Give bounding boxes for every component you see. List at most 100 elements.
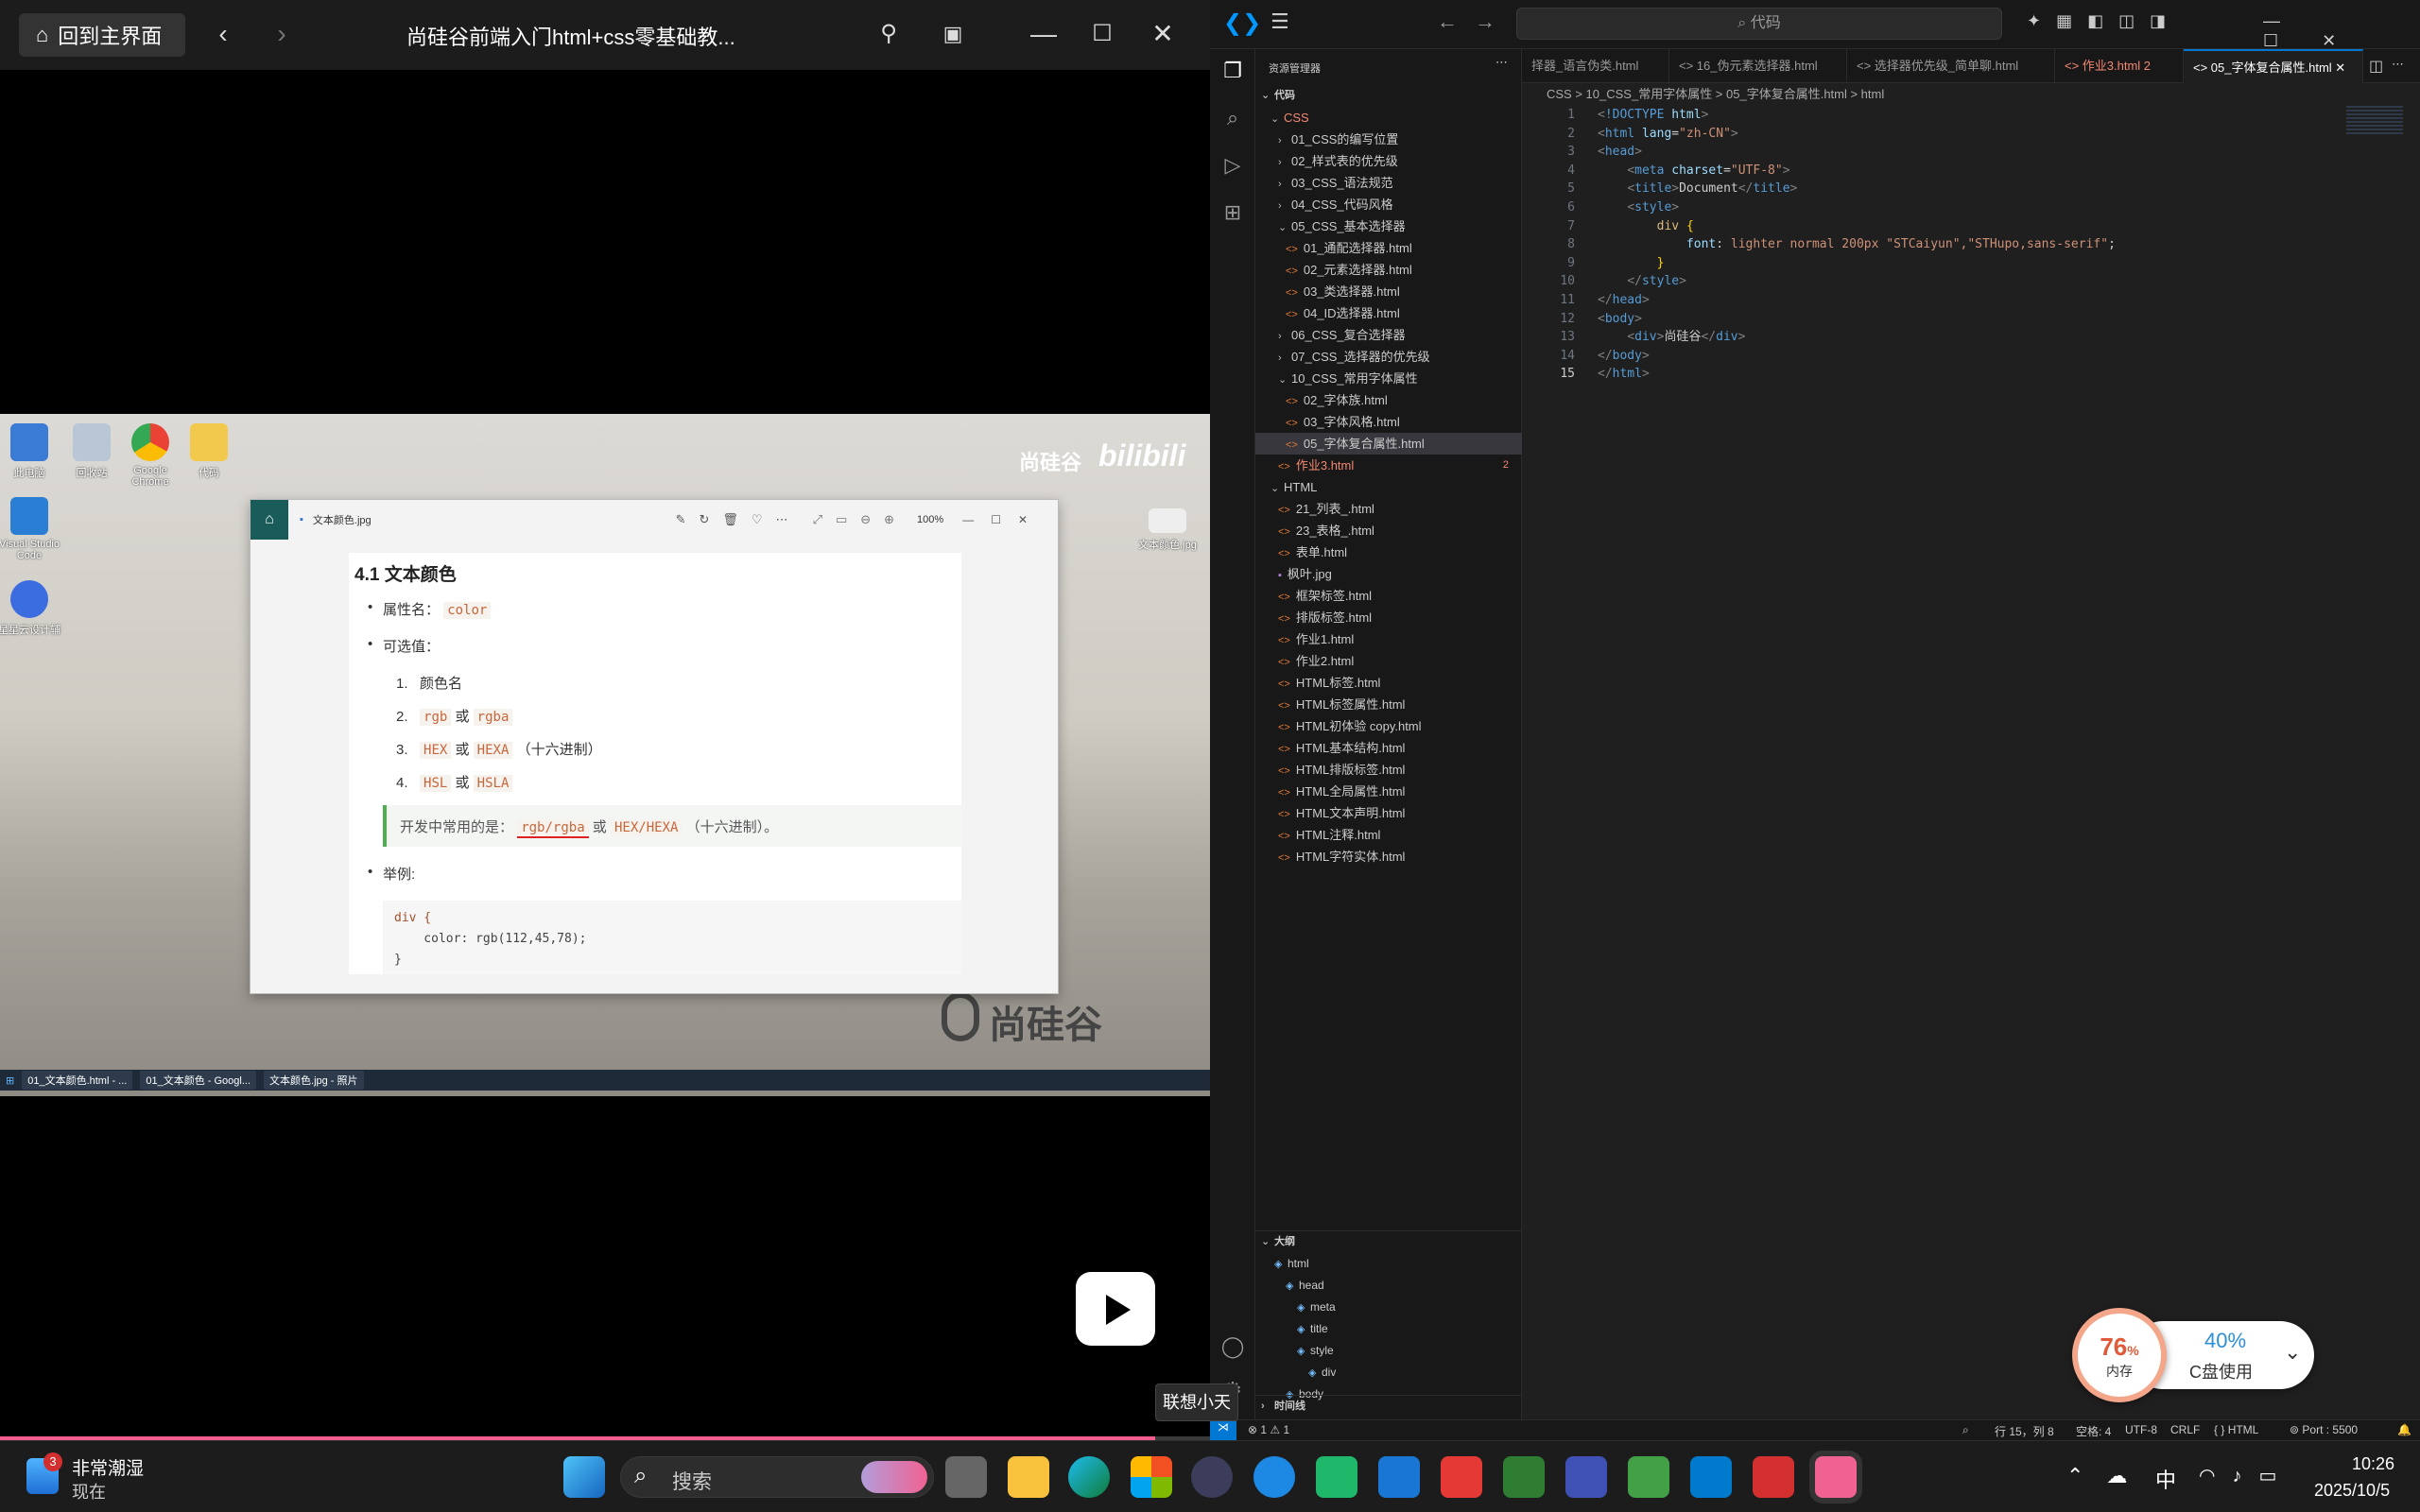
iqiyi-icon[interactable] bbox=[1503, 1456, 1545, 1498]
tree-folder[interactable]: ⌄ HTML bbox=[1255, 476, 1522, 498]
timeline-header[interactable]: › 时间线 bbox=[1255, 1395, 1522, 1417]
tree-file[interactable]: <> 03_类选择器.html bbox=[1255, 281, 1522, 302]
outline-item[interactable]: ◈ div bbox=[1255, 1361, 1522, 1383]
run-debug-icon[interactable]: ▷ bbox=[1219, 153, 1246, 180]
tree-file[interactable]: ▪ 枫叶.jpg bbox=[1255, 563, 1522, 585]
back-icon[interactable]: ‹ bbox=[206, 17, 240, 51]
close-icon[interactable]: ✕ bbox=[1146, 17, 1180, 51]
tree-file[interactable]: <> HTML基本结构.html bbox=[1255, 737, 1522, 759]
ai-browser-icon[interactable] bbox=[1253, 1456, 1295, 1498]
minimap[interactable] bbox=[2346, 106, 2403, 134]
more-actions-icon[interactable]: ⋯ bbox=[1495, 55, 1508, 70]
forward-icon[interactable]: › bbox=[265, 17, 299, 51]
lenovo-assistant-icon[interactable] bbox=[1191, 1456, 1233, 1498]
port-status[interactable]: ⊚ Port : 5500 bbox=[2290, 1423, 2358, 1436]
tree-file[interactable]: <> 02_元素选择器.html bbox=[1255, 259, 1522, 281]
chevron-down-icon[interactable]: ⌄ bbox=[2284, 1340, 2301, 1365]
extensions-icon[interactable]: ⊞ bbox=[1219, 200, 1246, 227]
editor-tab[interactable]: 择器_语言伪类.html bbox=[1522, 49, 1669, 83]
tree-file[interactable]: <> HTML字符实体.html bbox=[1255, 846, 1522, 868]
editor-tab[interactable]: <> 作业3.html 2 bbox=[2055, 49, 2184, 83]
weather-title[interactable]: 非常潮湿 bbox=[72, 1454, 144, 1480]
window-controls[interactable]: —☐✕ bbox=[2263, 11, 2420, 51]
tree-folder[interactable]: ⌄ CSS bbox=[1255, 107, 1522, 129]
tree-folder[interactable]: › 07_CSS_选择器的优先级 bbox=[1255, 346, 1522, 368]
tree-file[interactable]: <> HTML标签.html bbox=[1255, 672, 1522, 694]
editor-tab[interactable]: <> 选择器优先级_简单聊.html bbox=[1847, 49, 2055, 83]
tree-folder[interactable]: › 04_CSS_代码风格 bbox=[1255, 194, 1522, 215]
outline-item[interactable]: ◈ meta bbox=[1255, 1296, 1522, 1317]
minimize-icon[interactable]: — bbox=[1027, 17, 1061, 51]
tree-file[interactable]: <> 01_通配选择器.html bbox=[1255, 237, 1522, 259]
store-icon[interactable] bbox=[1131, 1456, 1172, 1498]
tree-file[interactable]: <> HTML全局属性.html bbox=[1255, 781, 1522, 802]
play-button[interactable] bbox=[1076, 1272, 1155, 1346]
tray-icons[interactable]: ⌃☁ bbox=[2066, 1464, 2150, 1488]
app-store-bag-icon[interactable] bbox=[1565, 1456, 1607, 1498]
account-icon[interactable]: ◯ bbox=[1219, 1334, 1246, 1361]
tree-file[interactable]: <> HTML文本声明.html bbox=[1255, 802, 1522, 824]
notifications-icon[interactable]: 🔔 bbox=[2397, 1423, 2411, 1436]
indent-status[interactable]: 空格: 4 bbox=[2076, 1423, 2111, 1439]
nav-forward-icon[interactable]: → bbox=[1475, 9, 1495, 34]
wps-office-icon[interactable] bbox=[1753, 1456, 1794, 1498]
tree-file[interactable]: <> 作业1.html bbox=[1255, 628, 1522, 650]
language-status[interactable]: { } HTML bbox=[2214, 1423, 2258, 1436]
command-center-search[interactable]: ⌕ 代码 bbox=[1516, 8, 2002, 40]
tree-file[interactable]: <> 03_字体风格.html bbox=[1255, 411, 1522, 433]
remote-icon[interactable]: ⋊ bbox=[1210, 1420, 1236, 1441]
problems-status[interactable]: ⊗ 1 ⚠ 1 bbox=[1248, 1423, 1289, 1436]
outline-item[interactable]: ◈ html bbox=[1255, 1252, 1522, 1274]
explorer-icon[interactable]: ❐ bbox=[1219, 59, 1246, 85]
maximize-icon[interactable]: ☐ bbox=[1085, 17, 1119, 51]
tree-file[interactable]: <> 02_字体族.html bbox=[1255, 389, 1522, 411]
editor-tab[interactable]: <> 05_字体复合属性.html ✕ bbox=[2184, 49, 2363, 83]
cursor-position[interactable]: 行 15，列 8 bbox=[1995, 1423, 2054, 1439]
viewer-tools-icons[interactable]: ✎↻🗑♡⋯ bbox=[676, 512, 802, 527]
search-view-icon[interactable]: ⌕ bbox=[1219, 106, 1246, 132]
viewer-home-icon[interactable]: ⌂ bbox=[251, 500, 288, 540]
clock-time[interactable]: 10:26 bbox=[2352, 1454, 2394, 1474]
tree-file[interactable]: <> 05_字体复合属性.html bbox=[1255, 433, 1522, 455]
pin-icon[interactable]: ⚲ bbox=[872, 17, 906, 51]
menu-icon[interactable]: ☰ bbox=[1270, 9, 1289, 34]
outline-item[interactable]: ◈ style bbox=[1255, 1339, 1522, 1361]
vscode-taskbar-icon[interactable] bbox=[1690, 1456, 1732, 1498]
split-editor-icon[interactable]: ◫ bbox=[2369, 57, 2383, 76]
wps-icon[interactable] bbox=[1441, 1456, 1482, 1498]
editor-more-icon[interactable]: ⋯ bbox=[2392, 57, 2404, 72]
tree-file[interactable]: <> HTML注释.html bbox=[1255, 824, 1522, 846]
task-view-icon[interactable] bbox=[945, 1456, 987, 1498]
zoom-controls-icons[interactable]: ⤢▭⊖⊕ bbox=[813, 512, 908, 527]
eol-status[interactable]: CRLF bbox=[2170, 1423, 2200, 1436]
edge-icon[interactable] bbox=[1068, 1456, 1110, 1498]
tree-folder[interactable]: › 01_CSS的编写位置 bbox=[1255, 129, 1522, 150]
tree-file[interactable]: <> HTML排版标签.html bbox=[1255, 759, 1522, 781]
tree-file[interactable]: <> 04_ID选择器.html bbox=[1255, 302, 1522, 324]
tree-file[interactable]: <> 23_表格_.html bbox=[1255, 520, 1522, 541]
tree-folder[interactable]: ⌄ 10_CSS_常用字体属性 bbox=[1255, 368, 1522, 389]
tree-file[interactable]: <> 排版标签.html bbox=[1255, 607, 1522, 628]
clock-date[interactable]: 2025/10/5 bbox=[2314, 1481, 2390, 1501]
tree-file[interactable]: <> 作业2.html bbox=[1255, 650, 1522, 672]
tree-folder[interactable]: ⌄ 05_CSS_基本选择器 bbox=[1255, 215, 1522, 237]
viewer-window-controls[interactable]: —☐✕ bbox=[962, 513, 1045, 526]
encoding-status[interactable]: UTF-8 bbox=[2125, 1423, 2157, 1436]
breadcrumb[interactable]: CSS > 10_CSS_常用字体属性 > 05_字体复合属性.html > h… bbox=[1522, 83, 2420, 106]
outline-item[interactable]: ◈ title bbox=[1255, 1317, 1522, 1339]
editor-tab[interactable]: <> 16_伪元素选择器.html bbox=[1669, 49, 1847, 83]
outline-item[interactable]: ◈ head bbox=[1255, 1274, 1522, 1296]
home-button[interactable]: ⌂ 回到主界面 bbox=[19, 13, 185, 57]
ime-indicator[interactable]: 中 bbox=[2155, 1464, 2176, 1494]
wechat-icon[interactable] bbox=[1628, 1456, 1669, 1498]
tree-file[interactable]: <> HTML初体验 copy.html bbox=[1255, 715, 1522, 737]
tree-folder[interactable]: › 03_CSS_语法规范 bbox=[1255, 172, 1522, 194]
tree-file[interactable]: <> 表单.html bbox=[1255, 541, 1522, 563]
nav-back-icon[interactable]: ← bbox=[1437, 9, 1458, 34]
file-explorer-icon[interactable] bbox=[1008, 1456, 1049, 1498]
tree-file[interactable]: <> 作业3.html 2 bbox=[1255, 455, 1522, 476]
tree-file[interactable]: <> HTML标签属性.html bbox=[1255, 694, 1522, 715]
tree-file[interactable]: <> 21_列表_.html bbox=[1255, 498, 1522, 520]
memory-widget[interactable]: 40% C盘使用 ⌄ 76% 内存 bbox=[2072, 1308, 2314, 1402]
tree-file[interactable]: <> 框架标签.html bbox=[1255, 585, 1522, 607]
